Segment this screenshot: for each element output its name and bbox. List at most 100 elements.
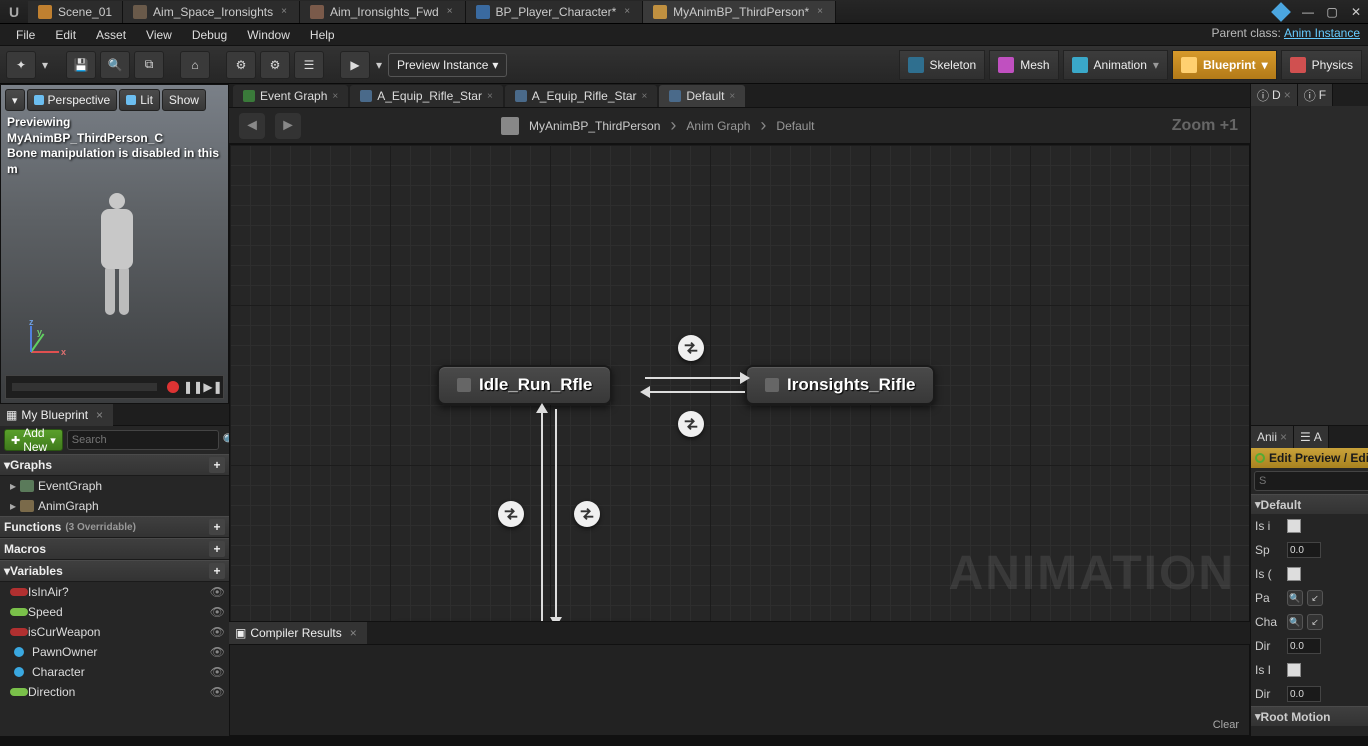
viewport-lit[interactable]: Lit xyxy=(119,89,160,111)
details-tab-anim[interactable]: Anii× xyxy=(1251,426,1294,448)
visibility-icon[interactable]: 👁 xyxy=(210,605,225,619)
section-functions[interactable]: Functions (3 Overridable) + xyxy=(0,516,229,538)
compile-dropdown[interactable]: ▾ xyxy=(40,58,50,72)
close-icon[interactable]: × xyxy=(729,91,735,102)
variable-character[interactable]: Character👁 xyxy=(0,662,229,682)
clear-button[interactable]: Clear xyxy=(1213,719,1239,731)
variable-pawnowner[interactable]: PawnOwner👁 xyxy=(0,642,229,662)
play-dropdown[interactable]: ▾ xyxy=(374,58,384,72)
menu-asset[interactable]: Asset xyxy=(86,26,136,44)
myblueprint-search[interactable] xyxy=(67,430,219,450)
asset-browser[interactable] xyxy=(1251,106,1368,426)
transition-line[interactable] xyxy=(645,377,740,379)
section-variables[interactable]: ▾Variables+ xyxy=(0,560,229,582)
hide-unrelated-button[interactable]: ☰ xyxy=(294,51,324,79)
window-tab-aimfwd[interactable]: Aim_Ironsights_Fwd × xyxy=(300,1,466,23)
breadcrumb-default[interactable]: Default xyxy=(776,119,814,133)
source-control-icon[interactable] xyxy=(1271,2,1291,22)
section-macros[interactable]: Macros+ xyxy=(0,538,229,560)
variable-speed[interactable]: Speed👁 xyxy=(0,602,229,622)
save-button[interactable]: 💾 xyxy=(66,51,96,79)
browse-button[interactable]: ⧉ xyxy=(134,51,164,79)
add-new-button[interactable]: ✚ Add New ▾ xyxy=(4,429,63,451)
details-search[interactable] xyxy=(1254,471,1368,491)
variable-iscurweapon[interactable]: isCurWeapon👁 xyxy=(0,622,229,642)
graph-eventgraph[interactable]: ▸ EventGraph xyxy=(0,476,229,496)
graph-tab-equip2[interactable]: A_Equip_Rifle_Star× xyxy=(505,85,658,107)
number-input[interactable] xyxy=(1287,638,1321,654)
add-macro-button[interactable]: + xyxy=(209,541,225,557)
checkbox[interactable] xyxy=(1287,663,1301,677)
use-button[interactable]: ↙ xyxy=(1307,614,1323,630)
visibility-icon[interactable]: 👁 xyxy=(210,665,225,679)
mode-physics[interactable]: Physics xyxy=(1281,50,1362,80)
state-node-ironsights[interactable]: Ironsights_Rifle xyxy=(745,365,935,405)
window-tab-scene[interactable]: Scene_01 xyxy=(28,1,123,23)
mode-skeleton[interactable]: Skeleton xyxy=(899,50,986,80)
close-icon[interactable]: × xyxy=(642,91,648,102)
close-icon[interactable]: × xyxy=(445,6,455,17)
viewport-show[interactable]: Show xyxy=(162,89,206,111)
preview-instance-combo[interactable]: Preview Instance▾ xyxy=(388,53,507,77)
maximize-button[interactable]: ▢ xyxy=(1320,2,1344,22)
compiler-results-tab[interactable]: ▣ Compiler Results× xyxy=(229,622,367,644)
graph-canvas[interactable]: ANIMATION Idle_Run_Rfle Ironsights_Rifle… xyxy=(229,144,1250,622)
preview-timeline[interactable]: ❚❚ ▶❚ xyxy=(5,375,224,399)
menu-window[interactable]: Window xyxy=(237,26,300,44)
variable-direction[interactable]: Direction👁 xyxy=(0,682,229,702)
use-button[interactable]: ↙ xyxy=(1307,590,1323,606)
visibility-icon[interactable]: 👁 xyxy=(210,645,225,659)
mode-blueprint[interactable]: Blueprint▾ xyxy=(1172,50,1277,80)
breadcrumb-animgraph[interactable]: Anim Graph xyxy=(686,119,750,133)
variable-isinair[interactable]: IsInAir?👁 xyxy=(0,582,229,602)
myblueprint-tab[interactable]: ▦ My Blueprint× xyxy=(0,404,113,426)
right-tab-d[interactable]: ⓘD× xyxy=(1251,84,1298,106)
close-icon[interactable]: × xyxy=(96,408,103,422)
visibility-icon[interactable]: 👁 xyxy=(210,625,225,639)
play-button[interactable]: ▶ xyxy=(340,51,370,79)
pick-button[interactable]: 🔍 xyxy=(1287,614,1303,630)
timeline-track[interactable] xyxy=(12,383,157,391)
close-icon[interactable]: × xyxy=(279,6,289,17)
breadcrumb-root[interactable]: MyAnimBP_ThirdPerson xyxy=(529,119,660,133)
number-input[interactable] xyxy=(1287,542,1321,558)
find-in-content-button[interactable]: ⌂ xyxy=(180,51,210,79)
find-button[interactable]: 🔍 xyxy=(100,51,130,79)
graph-tab-default[interactable]: Default× xyxy=(659,85,745,107)
edit-preview-banner[interactable]: Edit Preview / Edit De xyxy=(1251,448,1368,468)
class-defaults-button[interactable]: ⚙ xyxy=(260,51,290,79)
close-icon[interactable]: × xyxy=(332,91,338,102)
minimize-button[interactable]: — xyxy=(1296,2,1320,22)
section-graphs[interactable]: ▾Graphs+ xyxy=(0,454,229,476)
preview-viewport[interactable]: ▾ Perspective Lit Show Previewing MyAnim… xyxy=(0,84,229,404)
graph-tab-equip1[interactable]: A_Equip_Rifle_Star× xyxy=(350,85,503,107)
menu-view[interactable]: View xyxy=(136,26,182,44)
details-tab-a[interactable]: ☰A xyxy=(1294,426,1329,448)
transition-rule-icon[interactable] xyxy=(678,335,704,361)
nav-back[interactable]: ◄ xyxy=(239,113,265,139)
add-graph-button[interactable]: + xyxy=(209,457,225,473)
graph-tab-eventgraph[interactable]: Event Graph× xyxy=(233,85,348,107)
window-tab-playerbp[interactable]: BP_Player_Character* × xyxy=(466,1,644,23)
add-function-button[interactable]: + xyxy=(209,519,225,535)
transition-line[interactable] xyxy=(555,409,557,621)
nav-forward[interactable]: ► xyxy=(275,113,301,139)
menu-debug[interactable]: Debug xyxy=(182,26,237,44)
checkbox[interactable] xyxy=(1287,519,1301,533)
right-tab-f[interactable]: ⓘF xyxy=(1298,84,1333,106)
menu-edit[interactable]: Edit xyxy=(45,26,86,44)
viewport-perspective[interactable]: Perspective xyxy=(27,89,118,111)
add-variable-button[interactable]: + xyxy=(209,563,225,579)
transition-line[interactable] xyxy=(541,409,543,621)
close-icon[interactable]: × xyxy=(350,626,357,640)
close-button[interactable]: ✕ xyxy=(1344,2,1368,22)
pause-button[interactable]: ❚❚ xyxy=(183,377,203,397)
transition-rule-icon[interactable] xyxy=(574,501,600,527)
record-button[interactable] xyxy=(163,377,183,397)
number-input[interactable] xyxy=(1287,686,1321,702)
graph-animgraph[interactable]: ▸ AnimGraph xyxy=(0,496,229,516)
step-button[interactable]: ▶❚ xyxy=(203,377,223,397)
checkbox[interactable] xyxy=(1287,567,1301,581)
details-section-default[interactable]: ▾ Default xyxy=(1251,494,1368,514)
visibility-icon[interactable]: 👁 xyxy=(210,585,225,599)
